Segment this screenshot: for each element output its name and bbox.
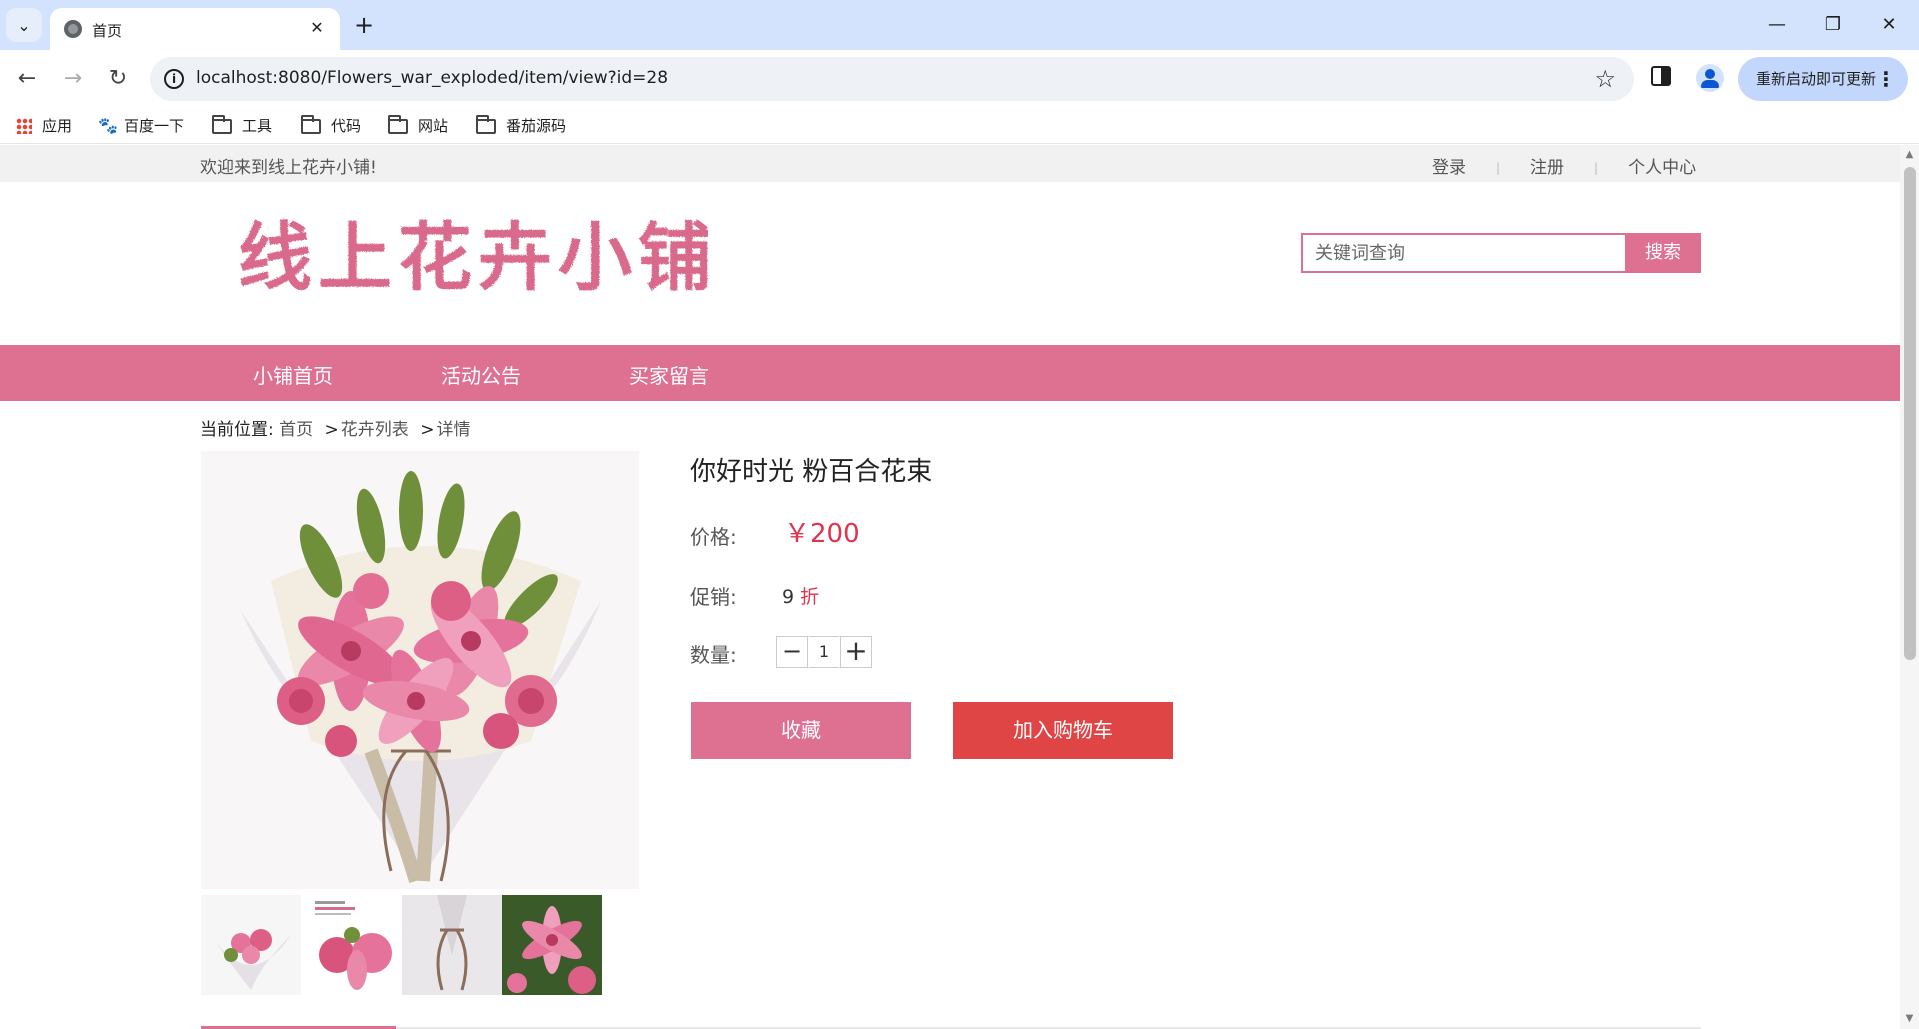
- user-links: 登录 | 注册 | 个人中心: [1432, 153, 1696, 178]
- breadcrumb-current: 详情: [436, 420, 471, 440]
- product-main-image[interactable]: [201, 451, 639, 889]
- side-panel-icon[interactable]: [1651, 66, 1671, 86]
- more-vert-icon[interactable]: ⋮: [1876, 57, 1896, 101]
- promo-label: 促销:: [690, 585, 737, 609]
- discount-value: 9 折: [782, 582, 819, 609]
- login-link[interactable]: 登录: [1432, 153, 1466, 178]
- search-button[interactable]: 搜索: [1625, 235, 1701, 271]
- thumbnail-2[interactable]: [307, 895, 407, 995]
- welcome-text: 欢迎来到线上花卉小铺!: [200, 158, 377, 178]
- top-info-bar: 欢迎来到线上花卉小铺! 登录 | 注册 | 个人中心: [0, 145, 1900, 182]
- browser-tab[interactable]: 首页 ✕: [50, 8, 340, 50]
- bookmarks-bar: 应用 🐾 百度一下 工具 代码 网站 番茄源码: [0, 108, 1919, 144]
- scroll-up-arrow-icon[interactable]: ▲: [1900, 149, 1919, 161]
- baidu-paw-icon: 🐾: [98, 116, 118, 135]
- shop-logo[interactable]: 线上花卉小铺: [238, 203, 708, 307]
- quantity-minus-button[interactable]: −: [776, 636, 808, 668]
- scroll-thumb[interactable]: [1904, 167, 1916, 660]
- nav-messages[interactable]: 买家留言: [629, 360, 709, 389]
- thumbnail-3[interactable]: [402, 895, 502, 995]
- globe-icon: [64, 20, 82, 38]
- apps-grid-icon: [16, 118, 32, 134]
- url-text[interactable]: localhost:8080/Flowers_war_exploded/item…: [196, 68, 668, 88]
- new-tab-button[interactable]: +: [350, 12, 378, 40]
- bookmark-label: 网站: [418, 117, 449, 135]
- tab-search-button[interactable]: ⌄: [6, 8, 42, 42]
- quantity-plus-button[interactable]: +: [840, 636, 872, 668]
- user-center-link[interactable]: 个人中心: [1628, 153, 1696, 178]
- bookmark-label: 应用: [42, 117, 73, 135]
- thumbnail-4[interactable]: [502, 895, 602, 995]
- chevron-down-icon: ⌄: [17, 15, 31, 35]
- window-close-icon[interactable]: ✕: [1867, 12, 1911, 38]
- search-box: 搜索: [1301, 233, 1701, 273]
- scroll-down-arrow-icon[interactable]: ▼: [1900, 1013, 1919, 1025]
- update-button[interactable]: 重新启动即可更新 ⋮: [1738, 57, 1908, 101]
- reload-icon[interactable]: ↻: [103, 64, 133, 94]
- quantity-label: 数量:: [690, 643, 737, 667]
- minimize-icon[interactable]: —: [1755, 12, 1799, 38]
- main-nav: 小铺首页 活动公告 买家留言: [0, 345, 1900, 401]
- bookmark-label: 代码: [331, 117, 362, 135]
- logo-text: 线上花卉小铺: [238, 215, 708, 301]
- folder-icon: [476, 115, 496, 134]
- tab-title: 首页: [92, 22, 123, 40]
- separator: |: [1594, 161, 1599, 175]
- update-label: 重新启动即可更新: [1756, 70, 1877, 88]
- thumbnail-1[interactable]: [201, 895, 301, 995]
- favorite-button[interactable]: 收藏: [691, 702, 911, 759]
- star-icon[interactable]: ☆: [1594, 65, 1616, 93]
- breadcrumb-sep: >: [324, 420, 339, 440]
- address-bar[interactable]: i localhost:8080/Flowers_war_exploded/it…: [150, 57, 1634, 101]
- search-input[interactable]: [1303, 235, 1625, 271]
- price-label: 价格:: [690, 525, 737, 549]
- profile-icon[interactable]: [1696, 64, 1724, 92]
- page-scrollbar[interactable]: ▲ ▼: [1900, 145, 1919, 1029]
- browser-toolbar: ← → ↻ i localhost:8080/Flowers_war_explo…: [0, 50, 1919, 108]
- page-viewport: 欢迎来到线上花卉小铺! 登录 | 注册 | 个人中心 线上花卉小铺 搜索 小铺首页 活动…: [0, 145, 1919, 1029]
- bookmark-label: 百度一下: [124, 117, 185, 135]
- info-icon[interactable]: i: [164, 69, 184, 89]
- folder-icon: [388, 115, 408, 134]
- nav-home[interactable]: 小铺首页: [253, 360, 333, 389]
- forward-icon[interactable]: →: [58, 64, 88, 94]
- back-icon[interactable]: ←: [12, 64, 42, 94]
- product-price: ￥200: [784, 519, 860, 549]
- discount-unit: 折: [800, 586, 820, 608]
- nav-announcements[interactable]: 活动公告: [441, 360, 521, 389]
- breadcrumb-list[interactable]: 花卉列表: [341, 420, 409, 440]
- register-link[interactable]: 注册: [1530, 153, 1564, 178]
- breadcrumb: 当前位置: 首页 > 花卉列表 > 详情: [200, 415, 470, 440]
- add-to-cart-button[interactable]: 加入购物车: [953, 702, 1173, 759]
- quantity-input[interactable]: 1: [809, 636, 839, 668]
- restore-icon[interactable]: ❐: [1811, 12, 1855, 38]
- product-title: 你好时光 粉百合花束: [690, 457, 933, 487]
- breadcrumb-sep: >: [420, 420, 435, 440]
- bookmark-label: 工具: [242, 117, 273, 135]
- breadcrumb-prefix: 当前位置:: [200, 420, 274, 440]
- browser-tab-bar: ⌄ 首页 ✕ + — ❐ ✕: [0, 0, 1919, 50]
- bookmark-label: 番茄源码: [506, 117, 567, 135]
- folder-icon: [212, 115, 232, 134]
- folder-icon: [301, 115, 321, 134]
- close-icon[interactable]: ✕: [306, 17, 328, 39]
- breadcrumb-home[interactable]: 首页: [279, 420, 313, 440]
- separator: |: [1496, 161, 1501, 175]
- discount-number: 9: [782, 586, 795, 608]
